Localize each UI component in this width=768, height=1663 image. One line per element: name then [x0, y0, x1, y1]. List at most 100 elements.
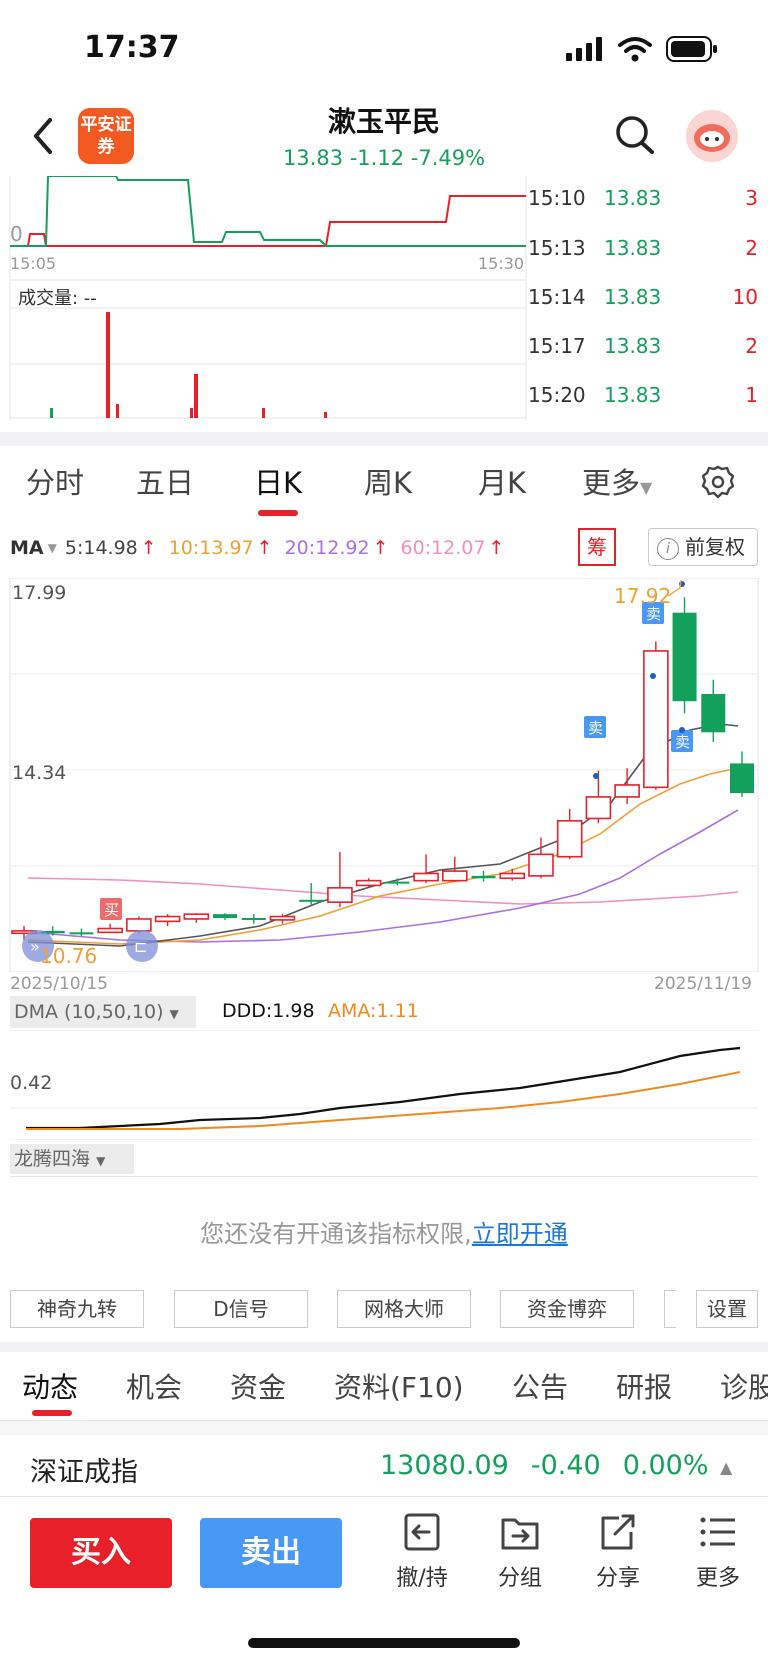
intraday-time-start: 15:05	[10, 254, 57, 273]
candle-body	[499, 872, 526, 880]
tick-price: 13.83	[604, 186, 662, 210]
tab-fenshi[interactable]: 分时	[26, 460, 84, 502]
candle-body	[355, 879, 382, 887]
dma-ama-line	[26, 1071, 741, 1130]
dma-ddd-value: DDD:1.98	[222, 1000, 315, 1022]
tab-gonggao[interactable]: 公告	[512, 1366, 568, 1406]
kline-peak-label: 17.92	[614, 584, 672, 608]
ma60-up-arrow-icon: ↑	[488, 537, 505, 559]
tool-partial[interactable]	[664, 1290, 676, 1328]
adjust-price-button[interactable]: i 前复权	[648, 528, 758, 566]
news-tab-indicator	[32, 1410, 72, 1416]
chevron-down-icon: ▼	[96, 1154, 106, 1168]
ma-label[interactable]: MA	[10, 537, 44, 559]
candle-body	[701, 694, 726, 733]
tab-dongtai[interactable]: 动态	[22, 1366, 78, 1406]
svg-text:»: »	[30, 937, 40, 956]
tool-d-signal[interactable]: D信号	[174, 1290, 308, 1328]
permission-text: 您还没有开通该指标权限,	[200, 1220, 472, 1248]
candle-body	[385, 881, 410, 884]
settings-gear-icon[interactable]	[700, 464, 736, 500]
sell-button[interactable]: 卖出	[200, 1518, 342, 1588]
candle-body	[441, 870, 468, 882]
permission-message: 您还没有开通该指标权限,立即开通	[0, 1214, 768, 1249]
ma-legend: MA ▼ 5:14.98 ↑ 10:13.97 ↑ 20:12.92 ↑ 60:…	[10, 534, 504, 562]
signal-icon	[566, 37, 602, 61]
chip-distribution-button[interactable]: 筹	[578, 528, 616, 566]
tool-grid-master[interactable]: 网格大师	[337, 1290, 471, 1328]
tick-volume: 2	[745, 236, 758, 260]
index-change: -0.40	[530, 1450, 601, 1481]
tick-volume: 1	[745, 383, 758, 407]
tab-more[interactable]: 更多▼	[582, 460, 652, 502]
ma10-value: 10:13.97	[168, 537, 254, 559]
active-tab-indicator	[258, 510, 298, 516]
section-separator	[0, 432, 768, 446]
tab-yanbao[interactable]: 研报	[616, 1366, 672, 1406]
chevron-down-icon: ▼	[169, 1007, 179, 1021]
tab-zhengu[interactable]: 诊股	[720, 1366, 768, 1406]
group-button[interactable]: 分组	[480, 1512, 560, 1592]
tab-rik[interactable]: 日K	[254, 460, 302, 502]
adjust-price-label: 前复权	[685, 535, 745, 559]
intraday-volume-bars	[50, 312, 327, 418]
ma-dropdown-icon[interactable]: ▼	[48, 541, 57, 555]
index-values[interactable]: 13080.09 -0.40 0.00%	[380, 1450, 709, 1481]
kline-y-mid: 14.34	[12, 762, 67, 784]
dma-indicator-selector[interactable]: DMA (10,50,10) ▼	[10, 996, 196, 1028]
activate-now-link[interactable]: 立即开通	[472, 1220, 568, 1248]
tick-row: 15:14 13.83 10	[528, 273, 758, 321]
buy-button[interactable]: 买入	[30, 1518, 172, 1588]
tab-yuek[interactable]: 月K	[478, 460, 526, 502]
ma5-value: 5:14.98	[64, 537, 138, 559]
tick-row: 15:10 13.83 3	[528, 174, 758, 222]
assistant-avatar-icon[interactable]	[686, 110, 738, 162]
tool-settings[interactable]: 设置	[696, 1290, 758, 1328]
tick-row: 15:17 13.83 2	[528, 322, 758, 370]
tick-row: 15:13 13.83 2	[528, 224, 758, 272]
status-icons	[566, 36, 718, 62]
tab-f10[interactable]: 资料(F10)	[334, 1366, 464, 1406]
share-icon	[601, 1514, 635, 1550]
dma-chart	[10, 1030, 758, 1140]
tool-capital-game[interactable]: 资金博弈	[500, 1290, 634, 1328]
buy-marker: 买	[104, 901, 120, 919]
sell-marker: 卖	[675, 733, 691, 751]
expand-up-icon[interactable]: ▲	[720, 1458, 732, 1477]
tick-price: 13.83	[604, 383, 662, 407]
group-label: 分组	[497, 1566, 542, 1591]
status-time: 17:37	[84, 30, 180, 65]
tick-price: 13.83	[604, 236, 662, 260]
ma20-value: 20:12.92	[284, 537, 370, 559]
section-separator	[0, 1342, 768, 1352]
candle-body	[614, 784, 640, 798]
candle-body	[730, 763, 754, 794]
share-button[interactable]: 分享	[578, 1512, 658, 1592]
dma-ama-value: AMA:1.11	[328, 1000, 419, 1022]
tab-more-label: 更多	[582, 466, 641, 500]
kline-low-label: 10.76	[40, 944, 98, 968]
home-indicator	[248, 1638, 520, 1648]
ma60-value: 60:12.07	[400, 537, 486, 559]
more-button[interactable]: 更多	[678, 1512, 758, 1592]
intraday-price-line	[10, 195, 526, 247]
ma20-up-arrow-icon: ↑	[372, 537, 389, 559]
svg-text:⊏: ⊏	[134, 937, 147, 956]
tab-wuri[interactable]: 五日	[136, 460, 194, 502]
more-menu-icon	[700, 1517, 735, 1547]
tick-time: 15:14	[528, 285, 586, 309]
cancel-hold-button[interactable]: 撤/持	[382, 1512, 462, 1592]
tick-time: 15:13	[528, 236, 586, 260]
tick-time: 15:10	[528, 186, 586, 210]
tab-zhouk[interactable]: 周K	[364, 460, 412, 502]
tab-zijin[interactable]: 资金	[230, 1366, 286, 1406]
search-icon[interactable]	[614, 114, 656, 156]
index-name[interactable]: 深证成指	[30, 1450, 138, 1489]
kline-date-end: 2025/11/19	[654, 974, 752, 994]
ma5-up-arrow-icon: ↑	[140, 537, 157, 559]
longteng-indicator-selector[interactable]: 龙腾四海 ▼	[10, 1144, 134, 1174]
candle-body	[126, 918, 152, 932]
tab-jihui[interactable]: 机会	[126, 1366, 182, 1406]
chevron-down-icon: ▼	[640, 478, 653, 497]
tool-shenqi-jiuzhuan[interactable]: 神奇九转	[10, 1290, 144, 1328]
